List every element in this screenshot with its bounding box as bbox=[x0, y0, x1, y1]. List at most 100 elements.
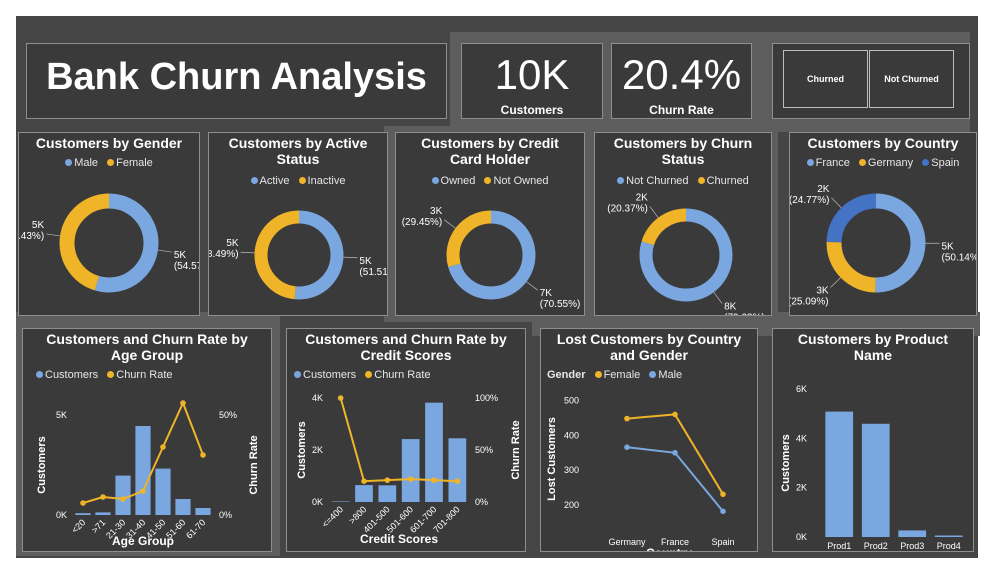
title-panel: Bank Churn Analysis bbox=[26, 43, 447, 119]
bar bbox=[825, 411, 854, 537]
line-point bbox=[720, 491, 726, 498]
y-tick-label: 200 bbox=[564, 500, 579, 510]
donut-data-label: 2K (24.77%) bbox=[790, 184, 830, 206]
bar bbox=[401, 439, 420, 502]
y2-tick-label: 50% bbox=[219, 410, 237, 420]
dashboard-title: Bank Churn Analysis bbox=[46, 56, 427, 98]
bar bbox=[934, 535, 963, 537]
bar bbox=[898, 530, 927, 537]
donut-leader-line bbox=[157, 249, 172, 253]
bar bbox=[155, 468, 171, 515]
donut-leader-line bbox=[713, 292, 723, 304]
credit-score-combo-chart: 0K2K4K0%50%100%<=400 >800401-500501-60060… bbox=[296, 393, 522, 546]
line-point bbox=[431, 477, 437, 483]
donut-data-label: 5K(45.43%) bbox=[19, 220, 44, 242]
y2-tick-label: 0% bbox=[475, 497, 488, 507]
x-axis-title: Age Group bbox=[112, 534, 174, 548]
series-line bbox=[626, 446, 724, 512]
y-tick-label: 6K bbox=[796, 384, 807, 394]
x-tick-label: Germany bbox=[608, 537, 646, 547]
y-axis-title: Customers bbox=[780, 434, 792, 491]
line-point bbox=[454, 478, 461, 484]
y-tick-label: 4K bbox=[312, 393, 323, 403]
bar bbox=[425, 402, 443, 502]
donut-data-label: 3K (25.09%) bbox=[790, 285, 829, 307]
bar bbox=[355, 485, 373, 502]
y-tick-label: 500 bbox=[564, 395, 579, 405]
donut-data-label: 3K (29.45%) bbox=[402, 206, 443, 228]
kpi-customers-label: Customers bbox=[500, 103, 564, 117]
donut-data-label: 8K(79.63%) bbox=[724, 302, 765, 316]
donut-leader-line bbox=[526, 281, 538, 291]
y-axis-title: Customers bbox=[296, 421, 308, 478]
bar bbox=[195, 508, 211, 515]
line-point bbox=[337, 395, 344, 401]
line-point bbox=[200, 452, 206, 458]
bar bbox=[861, 423, 890, 537]
slicer-churned-button[interactable]: Churned bbox=[783, 50, 868, 108]
donut-leader-line bbox=[444, 219, 456, 229]
x-tick-label: <20 bbox=[70, 517, 88, 535]
line-point bbox=[361, 478, 367, 484]
bar bbox=[448, 438, 467, 502]
line-point bbox=[384, 477, 391, 483]
line-point bbox=[624, 415, 630, 422]
credit-card-donut-chart: 7K (70.55%) 3K (29.45%) bbox=[402, 206, 581, 310]
line-point bbox=[624, 444, 630, 450]
donut-data-label: 5K(51.51%) bbox=[359, 256, 388, 278]
y-axis-title: Lost Customers bbox=[546, 417, 558, 501]
dashboard-canvas: Bank Churn Analysis 10K Customers 20.4% … bbox=[16, 16, 980, 558]
kpi-churn-rate-card: 20.4% Churn Rate bbox=[611, 43, 752, 119]
x-tick-label: Prod1 bbox=[827, 541, 851, 551]
slicer-not-churned-button[interactable]: Not Churned bbox=[869, 50, 954, 108]
donut-leader-line bbox=[46, 233, 61, 237]
y2-tick-label: 100% bbox=[475, 393, 498, 403]
line-point bbox=[140, 488, 146, 494]
y2-tick-label: 0% bbox=[219, 510, 232, 520]
bar bbox=[378, 485, 397, 502]
churn-status-donut-chart: 8K(79.63%) 2K(20.37%) bbox=[607, 192, 765, 316]
y-tick-label: 0K bbox=[312, 497, 323, 507]
credit-score-chart-panel: Customers and Churn Rate by Credit Score… bbox=[286, 328, 526, 552]
x-axis-title: Credit Scores bbox=[360, 532, 438, 546]
product-bar-chart: 0K2K4K6KProd1Prod2Prod3Prod4Product Name… bbox=[780, 384, 963, 552]
donut-data-label: 5K(48.49%) bbox=[209, 238, 239, 260]
donut-data-label: 2K (20.37%) bbox=[607, 192, 648, 214]
y-tick-label: 2K bbox=[312, 445, 323, 455]
x-axis-title: Product Name bbox=[854, 550, 936, 552]
churn-status-chart-panel: Customers by Churn Status Not Churned Ch… bbox=[594, 132, 772, 316]
x-tick-label: Spain bbox=[711, 537, 734, 547]
y-tick-label: 4K bbox=[796, 433, 807, 443]
country-donut-chart: 5K(50.14%) 3K(25.09%) 2K(24.77%) bbox=[790, 184, 976, 308]
line-point bbox=[160, 444, 166, 450]
gender-donut-chart: 5K(54.57%) 5K(45.43%) bbox=[19, 193, 199, 293]
churn-slicer: Churned Not Churned bbox=[772, 43, 970, 119]
y-tick-label: 400 bbox=[564, 430, 579, 440]
bar bbox=[135, 426, 151, 515]
kpi-customers-card: 10K Customers bbox=[461, 43, 603, 119]
y-tick-label: 0K bbox=[56, 510, 67, 520]
x-tick-label: <=400 bbox=[320, 504, 345, 529]
bar bbox=[175, 499, 191, 515]
x-tick-label: Prod4 bbox=[937, 541, 961, 551]
line-point bbox=[100, 494, 106, 500]
bar bbox=[115, 475, 131, 515]
y-tick-label: 300 bbox=[564, 465, 579, 475]
x-axis-title: Country bbox=[646, 546, 692, 552]
donut-leader-line bbox=[649, 206, 659, 218]
line-point bbox=[80, 500, 86, 506]
kpi-churn-rate-value: 20.4% bbox=[621, 51, 742, 98]
donut-leader-line bbox=[830, 277, 841, 288]
donut-leader-line bbox=[240, 251, 255, 254]
active-status-donut-chart: 5K(51.51%) 5K(48.49%) bbox=[209, 210, 388, 300]
active-status-chart-panel: Customers by Active Status Active Inacti… bbox=[208, 132, 388, 316]
donut-data-label: 7K (70.55%) bbox=[540, 288, 581, 310]
kpi-customers-value: 10K bbox=[494, 51, 570, 98]
y-axis-title: Customers bbox=[36, 436, 48, 493]
gender-chart-panel: Customers by Gender Male Female 5K(54.57… bbox=[18, 132, 200, 316]
y-tick-label: 5K bbox=[56, 410, 67, 420]
donut-leader-line bbox=[831, 197, 842, 208]
lost-customers-line-chart: 200300400500Germany France SpainCountryLos… bbox=[546, 395, 735, 552]
bar bbox=[95, 512, 111, 515]
credit-card-chart-panel: Customers by Credit Card Holder Owned No… bbox=[395, 132, 585, 316]
